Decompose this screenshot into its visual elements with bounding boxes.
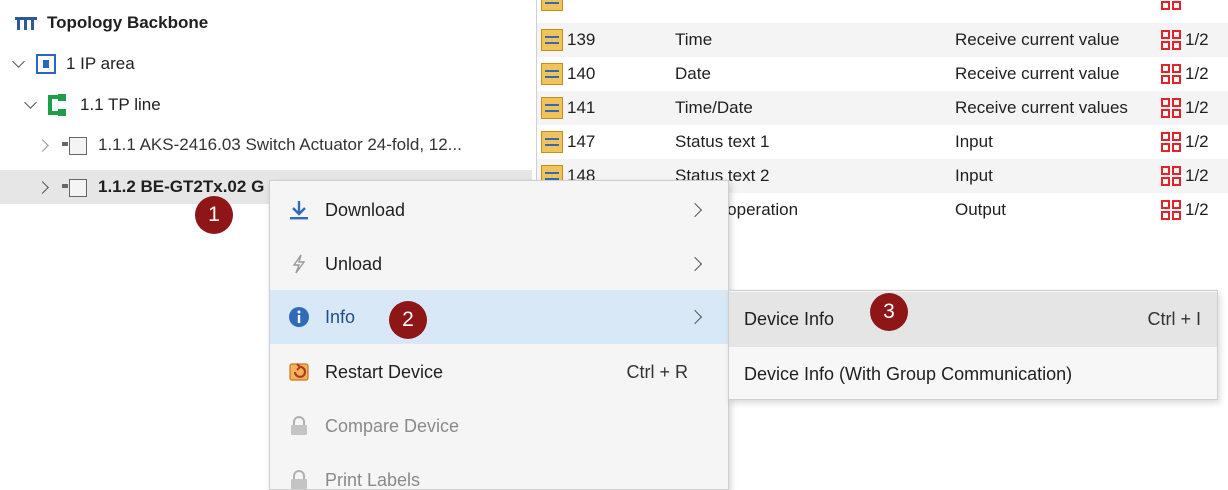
lock-icon [288, 415, 310, 437]
menu-item-label: Print Labels [325, 469, 421, 490]
table-row[interactable]: 139 Time Receive current value 1/2 [537, 23, 1228, 57]
chevron-right-icon[interactable] [38, 138, 52, 152]
step-badge-1: 1 [195, 196, 233, 234]
menu-item-info[interactable]: Info [270, 290, 728, 344]
ip-area-icon [36, 54, 56, 74]
flag-icon [1161, 0, 1181, 10]
communication-object-icon [541, 0, 563, 11]
restart-icon [288, 361, 310, 383]
submenu-item-shortcut: Ctrl + I [1147, 309, 1201, 329]
menu-item-label: Compare Device [325, 415, 460, 436]
flag-icon [1161, 30, 1181, 50]
menu-item-download[interactable]: Download [270, 183, 728, 237]
lightning-icon [288, 253, 310, 275]
step-badge-3: 3 [870, 293, 908, 331]
object-number: 140 [567, 64, 596, 83]
tree-item-device-1-1-1[interactable]: 1.1.1 AKS-2416.03 Switch Actuator 24-fol… [38, 128, 462, 162]
submenu-item-label: Device Info (With Group Communication) [744, 364, 1073, 384]
download-icon [288, 199, 310, 221]
step-badge-2: 2 [389, 301, 427, 339]
menu-item-label: Info [325, 306, 356, 327]
object-number: 139 [567, 30, 596, 49]
tree-item-ip-area[interactable]: 1 IP area [12, 47, 135, 81]
submenu-item-label: Device Info [744, 309, 835, 329]
communication-object-icon [541, 63, 563, 85]
tree-item-label: 1 IP area [66, 54, 135, 73]
menu-item-label: Download [325, 199, 406, 220]
object-flag-text: 1/2 [1185, 166, 1209, 185]
table-row[interactable] [537, 0, 1228, 17]
chevron-right-icon [687, 202, 703, 218]
object-name: Time/Date [675, 98, 753, 117]
info-submenu: Device Info Ctrl + I Device Info (With G… [728, 290, 1218, 400]
object-function: Output [955, 200, 1007, 219]
flag-icon [1161, 132, 1181, 152]
tree-root-label: Topology Backbone [47, 13, 209, 32]
object-number: 141 [567, 98, 596, 117]
object-flag-text: 1/2 [1185, 200, 1209, 219]
object-flag-text: 1/2 [1185, 132, 1209, 151]
menu-item-shortcut: Ctrl + R [626, 361, 688, 382]
chevron-down-icon[interactable] [12, 57, 26, 71]
chevron-down-icon[interactable] [24, 98, 38, 112]
chevron-right-icon [687, 256, 703, 272]
flag-icon [1161, 98, 1181, 118]
object-function: Receive current values [955, 98, 1128, 117]
table-row[interactable]: 147 Status text 1 Input 1/2 [537, 125, 1228, 159]
object-name: Date [675, 64, 711, 83]
table-row[interactable]: 141 Time/Date Receive current values 1/2 [537, 91, 1228, 125]
device-icon [62, 178, 88, 197]
object-name: Status text 1 [675, 132, 770, 151]
object-flag-text: 1/2 [1185, 64, 1209, 83]
menu-item-restart-device[interactable]: Restart Device Ctrl + R [270, 345, 728, 399]
info-icon [288, 306, 310, 328]
tree-item-tp-line[interactable]: 1.1 TP line [24, 88, 161, 122]
flag-icon [1161, 64, 1181, 84]
chevron-right-icon[interactable] [38, 180, 52, 194]
chevron-right-icon [687, 309, 703, 325]
device-icon [62, 136, 88, 155]
menu-item-print-labels[interactable]: Print Labels [270, 453, 728, 490]
tp-line-icon [48, 94, 70, 116]
flag-icon [1161, 166, 1181, 186]
object-name: Time [675, 30, 713, 49]
submenu-item-device-info-group-communication[interactable]: Device Info (With Group Communication) [729, 347, 1217, 402]
table-row[interactable]: 140 Date Receive current value 1/2 [537, 57, 1228, 91]
lock-icon [288, 469, 310, 490]
menu-item-label: Restart Device [325, 361, 444, 382]
flag-icon [1161, 200, 1181, 220]
object-function: Input [955, 166, 993, 185]
topology-icon [15, 16, 37, 30]
object-function: Input [955, 132, 993, 151]
submenu-item-device-info[interactable]: Device Info Ctrl + I [729, 292, 1217, 347]
communication-object-icon [541, 97, 563, 119]
communication-object-icon [541, 29, 563, 51]
context-menu: Download Unload Info Restart Device Ctrl… [269, 180, 729, 490]
object-flag-text: 1/2 [1185, 30, 1209, 49]
communication-object-icon [541, 131, 563, 153]
tree-item-label: 1.1 TP line [80, 95, 161, 114]
menu-item-label: Unload [325, 253, 383, 274]
menu-item-unload[interactable]: Unload [270, 237, 728, 291]
object-number: 147 [567, 132, 596, 151]
tree-item-label: 1.1.2 BE-GT2Tx.02 G [98, 177, 265, 196]
menu-item-compare-device[interactable]: Compare Device [270, 399, 728, 453]
tree-item-label: 1.1.1 AKS-2416.03 Switch Actuator 24-fol… [98, 135, 462, 154]
object-flag-text: 1/2 [1185, 98, 1209, 117]
tree-root-topology-backbone[interactable]: Topology Backbone [15, 6, 208, 40]
object-function: Receive current value [955, 64, 1120, 83]
object-function: Receive current value [955, 30, 1120, 49]
